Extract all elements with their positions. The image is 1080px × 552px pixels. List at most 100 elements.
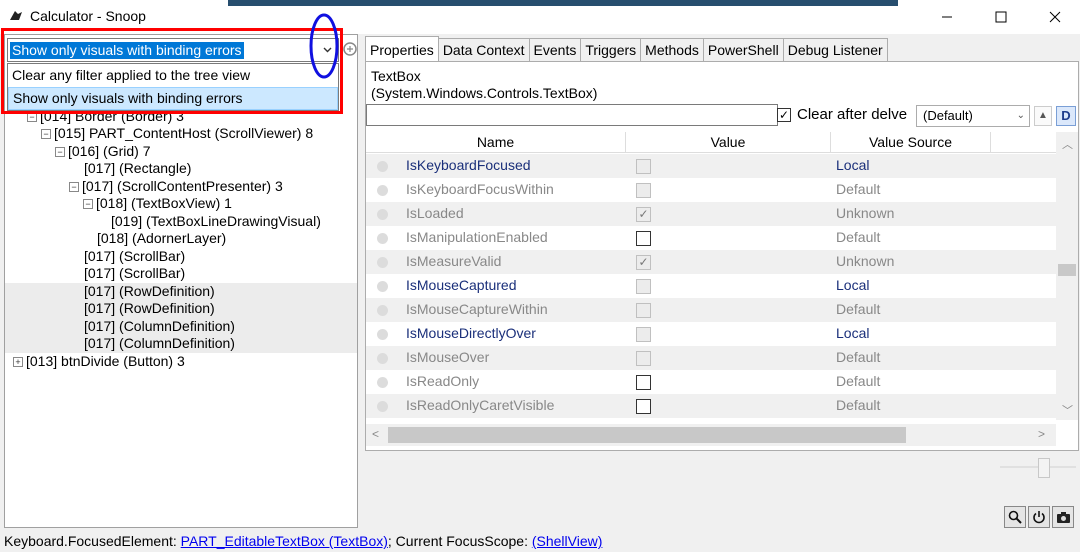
- property-row[interactable]: IsKeyboardFocusWithin Default: [366, 178, 1056, 202]
- tree-node[interactable]: − [016] (Grid) 7: [5, 143, 357, 161]
- bottom-toolbar: [1004, 506, 1074, 528]
- tab-data-context[interactable]: Data Context: [437, 38, 530, 62]
- power-button[interactable]: [1028, 506, 1050, 528]
- filter-options-icon[interactable]: [342, 41, 358, 57]
- minimize-button[interactable]: [920, 0, 974, 34]
- property-value-checkbox[interactable]: [636, 183, 651, 198]
- maximize-icon: [995, 11, 1007, 23]
- collapse-icon[interactable]: −: [83, 199, 93, 209]
- vertical-scroll-thumb[interactable]: [1058, 264, 1076, 276]
- property-row[interactable]: IsKeyboardFocused Local: [366, 154, 1056, 178]
- close-icon: [1049, 11, 1061, 23]
- magnifier-icon: [1008, 510, 1022, 524]
- column-name[interactable]: Name: [366, 132, 626, 153]
- filter-row: Show only visuals with binding errors: [5, 35, 358, 63]
- tree-node[interactable]: [017] (Rectangle): [5, 160, 357, 178]
- column-value[interactable]: Value: [626, 132, 831, 153]
- snoop-icon: [10, 11, 22, 20]
- maximize-button[interactable]: [974, 0, 1028, 34]
- dot-icon: [377, 305, 388, 316]
- tree-node[interactable]: [017] (RowDefinition): [5, 282, 357, 300]
- focus-scope-label: ; Current FocusScope:: [387, 533, 528, 549]
- chevron-down-icon[interactable]: [316, 39, 338, 61]
- focus-scope-link[interactable]: (ShellView): [532, 533, 603, 549]
- filter-option-binding-errors[interactable]: Show only visuals with binding errors: [8, 87, 338, 110]
- chevron-down-icon: ⌄: [1016, 110, 1025, 121]
- property-row[interactable]: IsReadOnly Default: [366, 370, 1056, 394]
- collapse-icon[interactable]: −: [55, 146, 65, 157]
- dot-icon: [377, 377, 388, 388]
- pop-up-button[interactable]: ▲: [1034, 106, 1052, 126]
- property-value-checkbox[interactable]: [636, 231, 651, 246]
- property-row[interactable]: IsMouseDirectlyOver Local: [366, 322, 1056, 346]
- selected-object-name: TextBox: [371, 68, 421, 84]
- tab-debug-listener[interactable]: Debug Listener: [782, 38, 888, 62]
- dot-icon: [377, 233, 388, 244]
- tree-node[interactable]: [017] (ScrollBar): [5, 265, 357, 283]
- status-bar: Keyboard.FocusedElement: PART_EditableTe…: [0, 530, 1080, 552]
- tree-node[interactable]: [017] (ColumnDefinition): [5, 317, 357, 335]
- property-row[interactable]: IsMouseCaptured Local: [366, 274, 1056, 298]
- property-value-checkbox[interactable]: [636, 279, 651, 294]
- property-row[interactable]: IsManipulationEnabled Default: [366, 226, 1056, 250]
- tree-node[interactable]: [017] (ScrollBar): [5, 248, 357, 266]
- chevron-up-icon[interactable]: ︿: [1062, 136, 1073, 152]
- property-value-checkbox[interactable]: [636, 399, 651, 414]
- collapse-icon[interactable]: −: [69, 181, 79, 192]
- property-value-checkbox[interactable]: [636, 327, 651, 342]
- property-row[interactable]: IsMeasureValid ✓ Unknown: [366, 250, 1056, 274]
- zoom-button[interactable]: [1004, 506, 1026, 528]
- property-filter-input[interactable]: [366, 104, 778, 126]
- property-row[interactable]: IsLoaded ✓ Unknown: [366, 202, 1056, 226]
- property-value-checkbox[interactable]: [636, 375, 651, 390]
- tree-node[interactable]: − [015] PART_ContentHost (ScrollViewer) 8: [5, 125, 357, 143]
- property-view-combo[interactable]: (Default) ⌄: [916, 105, 1030, 127]
- tree-node[interactable]: − [017] (ScrollContentPresenter) 3: [5, 178, 357, 196]
- clear-after-delve-checkbox[interactable]: ✓: [777, 108, 791, 122]
- selected-object-type: (System.Windows.Controls.TextBox): [371, 85, 598, 101]
- filter-option-clear[interactable]: Clear any filter applied to the tree vie…: [8, 64, 338, 87]
- tree-node-btn-divide[interactable]: + [013] btnDivide (Button) 3: [5, 353, 357, 371]
- dot-icon: [377, 329, 388, 340]
- tree-node[interactable]: [018] (AdornerLayer): [5, 230, 357, 248]
- tab-events[interactable]: Events: [528, 38, 582, 62]
- expand-icon[interactable]: +: [13, 356, 23, 367]
- d-button[interactable]: D: [1056, 106, 1076, 126]
- horizontal-scroll-thumb[interactable]: [388, 427, 906, 443]
- tree-node-border[interactable]: − [014] Border (Border) 3: [5, 111, 357, 125]
- property-value-checkbox[interactable]: ✓: [636, 207, 651, 222]
- tree-node[interactable]: [017] (ColumnDefinition): [5, 335, 357, 353]
- tab-properties[interactable]: Properties: [365, 36, 439, 62]
- zoom-slider-thumb[interactable]: [1038, 458, 1050, 478]
- tab-powershell[interactable]: PowerShell: [702, 38, 784, 62]
- tree-filter-dropdown: Clear any filter applied to the tree vie…: [7, 63, 339, 111]
- focused-element-link[interactable]: PART_EditableTextBox (TextBox): [181, 533, 388, 549]
- property-row[interactable]: IsMouseCaptureWithin Default: [366, 298, 1056, 322]
- property-row[interactable]: IsMouseOver Default: [366, 346, 1056, 370]
- visual-tree: − [014] Border (Border) 3 − [015] PART_Con…: [5, 111, 357, 371]
- property-grid-vertical-scrollbar[interactable]: ︿ ﹀: [1056, 132, 1078, 420]
- property-value-checkbox[interactable]: [636, 351, 651, 366]
- property-value-checkbox[interactable]: ✓: [636, 255, 651, 270]
- property-value-checkbox[interactable]: [636, 303, 651, 318]
- background-window-strip: [228, 0, 898, 6]
- property-value-checkbox[interactable]: [636, 159, 651, 174]
- chevron-down-icon[interactable]: ﹀: [1062, 402, 1073, 418]
- property-grid-horizontal-scrollbar[interactable]: < >: [366, 424, 1056, 446]
- chevron-right-icon[interactable]: >: [1038, 427, 1045, 441]
- tab-methods[interactable]: Methods: [640, 38, 704, 62]
- chevron-left-icon[interactable]: <: [372, 427, 379, 441]
- collapse-icon[interactable]: −: [41, 129, 51, 139]
- property-row[interactable]: IsReadOnlyCaretVisible Default: [366, 394, 1056, 418]
- tree-node[interactable]: [019] (TextBoxLineDrawingVisual): [5, 213, 357, 231]
- tree-node[interactable]: [017] (RowDefinition): [5, 300, 357, 318]
- screenshot-button[interactable]: [1052, 506, 1074, 528]
- tree-filter-combo[interactable]: Show only visuals with binding errors: [7, 38, 339, 62]
- dot-icon: [377, 185, 388, 196]
- title-bar: Calculator - Snoop: [0, 0, 1080, 34]
- collapse-icon[interactable]: −: [27, 112, 37, 122]
- column-value-source[interactable]: Value Source: [831, 132, 991, 153]
- tab-triggers[interactable]: Triggers: [580, 38, 642, 62]
- close-button[interactable]: [1028, 0, 1080, 34]
- tree-node[interactable]: − [018] (TextBoxView) 1: [5, 195, 357, 213]
